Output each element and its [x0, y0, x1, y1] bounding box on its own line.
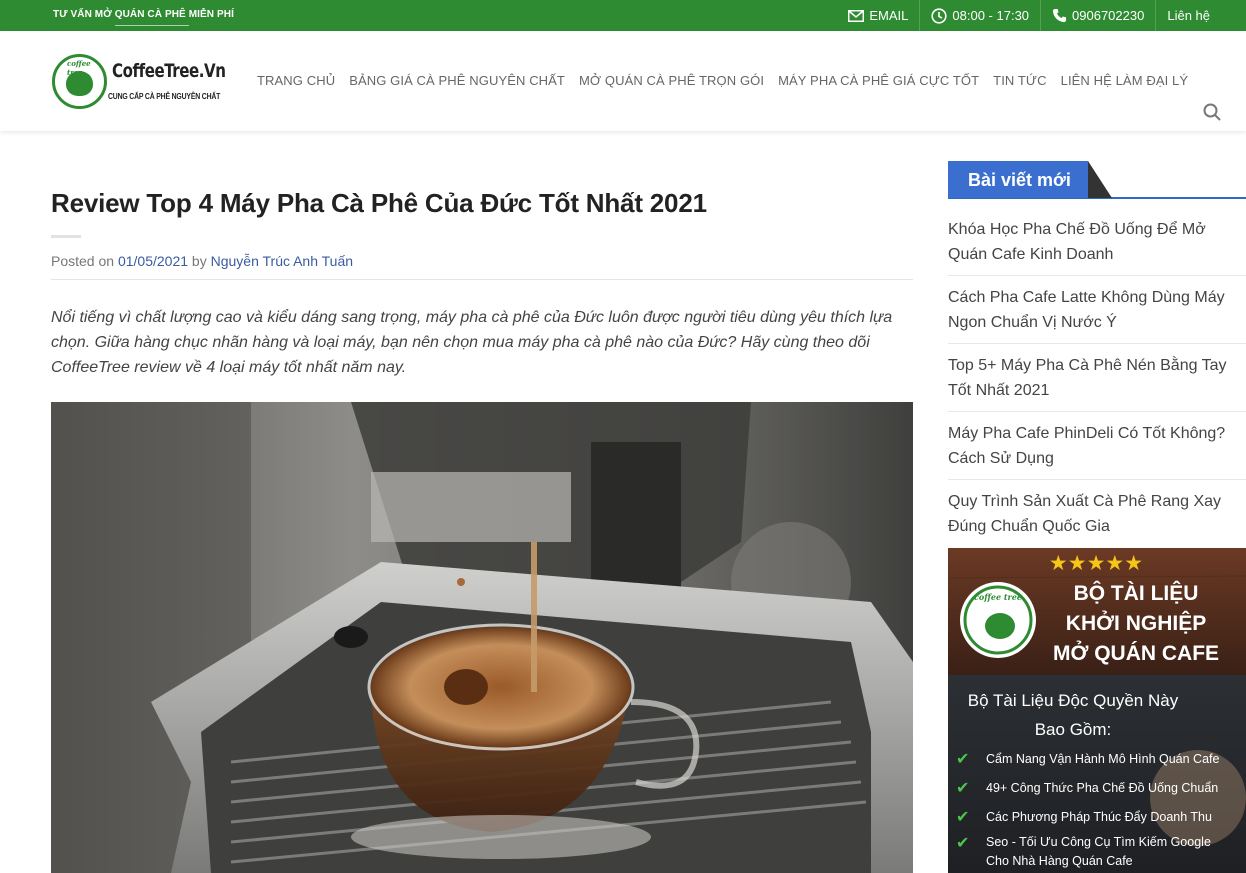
logo-name: CoffeeTree.Vn	[112, 60, 226, 82]
coffee-bean-icon	[66, 71, 93, 96]
email-link[interactable]: EMAIL	[837, 0, 919, 31]
ad-item-2: 49+ Công Thức Pha Chế Đồ Uống Chuẩn	[986, 781, 1218, 795]
ad-headline-1: BỘ TÀI LIỆU	[1074, 581, 1199, 605]
article-title: Review Top 4 Máy Pha Cà Phê Của Đức Tốt …	[51, 188, 707, 218]
nav-item-machines[interactable]: MÁY PHA CÀ PHÊ GIÁ CỰC TỐT	[778, 73, 979, 88]
nav-item-news[interactable]: TIN TỨC	[993, 73, 1046, 88]
phone-icon	[1052, 8, 1067, 23]
topbar-contacts: EMAIL 08:00 - 17:30 0906702230 Liên hệ	[837, 0, 1221, 31]
nav-item-dealer[interactable]: LIÊN HỆ LÀM ĐẠI LÝ	[1061, 73, 1189, 88]
sidebar-ad-banner[interactable]: coffee tree ★★★★★ BỘ TÀI LIỆU KHỞI NGHIỆ…	[948, 548, 1246, 873]
check-icon: ✔	[956, 833, 969, 852]
check-icon: ✔	[956, 749, 969, 768]
article-intro: Nổi tiếng vì chất lượng cao và kiểu dáng…	[51, 309, 893, 376]
article-hero-image	[51, 402, 913, 873]
ad-item-1: Cẩm Nang Vận Hành Mô Hình Quán Cafe	[986, 752, 1220, 766]
main-nav: TRANG CHỦ BẢNG GIÁ CÀ PHÊ NGUYÊN CHẤT MỞ…	[257, 73, 1188, 88]
posted-on-label: Posted on	[51, 253, 115, 269]
email-label: EMAIL	[869, 8, 909, 23]
post-date-link[interactable]: 01/05/2021	[118, 253, 188, 269]
logo-badge: coffee tree	[52, 54, 107, 109]
by-label: by	[191, 253, 207, 269]
nav-item-price-list[interactable]: BẢNG GIÁ CÀ PHÊ NGUYÊN CHẤT	[349, 73, 565, 88]
article-meta: Posted on 01/05/2021 by Nguyễn Trúc Anh …	[51, 253, 913, 269]
check-icon: ✔	[956, 807, 969, 826]
check-icon: ✔	[956, 778, 969, 797]
meta-divider	[51, 279, 913, 280]
hours-item: 08:00 - 17:30	[919, 0, 1040, 31]
hours-text: 08:00 - 17:30	[952, 8, 1030, 23]
recent-posts-list: Khóa Học Pha Chế Đồ Uống Để Mở Quán Cafe…	[948, 213, 1246, 547]
recent-post-link[interactable]: Top 5+ Máy Pha Cà Phê Nén Bằng Tay Tốt N…	[948, 349, 1246, 412]
ad-subhead-2: Bao Gồm:	[1035, 720, 1112, 739]
ad-graphic: coffee tree ★★★★★ BỘ TÀI LIỆU KHỞI NGHIỆ…	[948, 548, 1246, 873]
title-divider	[51, 235, 81, 238]
ad-item-4: Seo - Tối Ưu Công Cụ Tìm Kiếm Google	[986, 835, 1211, 849]
article: Review Top 4 Máy Pha Cà Phê Của Đức Tốt …	[51, 186, 913, 380]
search-icon[interactable]	[1203, 103, 1221, 121]
contact-label: Liên hệ	[1167, 8, 1210, 23]
recent-post-link[interactable]: Máy Pha Cafe PhinDeli Có Tốt Không? Cách…	[948, 417, 1246, 480]
nav-item-home[interactable]: TRANG CHỦ	[257, 73, 335, 88]
author-link[interactable]: Nguyễn Trúc Anh Tuấn	[211, 253, 353, 269]
phone-number: 0906702230	[1072, 8, 1145, 23]
recent-post-link[interactable]: Khóa Học Pha Chế Đồ Uống Để Mở Quán Cafe…	[948, 213, 1246, 276]
ad-headline-3: MỞ QUÁN CAFE	[1053, 641, 1219, 665]
promo-underline	[115, 25, 189, 26]
site-logo[interactable]: coffee tree CoffeeTree.Vn CUNG CẤP CÀ PH…	[52, 52, 227, 110]
ad-subhead-1: Bộ Tài Liệu Độc Quyền Này	[968, 691, 1179, 710]
site-header: coffee tree CoffeeTree.Vn CUNG CẤP CÀ PH…	[0, 31, 1246, 131]
espresso-photo	[51, 402, 913, 873]
sidebar: Bài viết mới Khóa Học Pha Chế Đồ Uống Để…	[948, 161, 1246, 552]
contact-link[interactable]: Liên hệ	[1155, 0, 1221, 31]
nav-item-open-cafe[interactable]: MỞ QUÁN CÀ PHÊ TRỌN GÓI	[579, 73, 764, 88]
widget-title: Bài viết mới	[948, 161, 1112, 198]
ad-headline-2: KHỞI NGHIỆP	[1066, 611, 1206, 635]
ad-item-3: Các Phương Pháp Thúc Đẩy Doanh Thu	[986, 810, 1212, 824]
recent-post-link[interactable]: Cách Pha Cafe Latte Không Dùng Máy Ngon …	[948, 281, 1246, 344]
top-bar: TƯ VẤN MỞ QUÁN CÀ PHÊ MIỄN PHÍ EMAIL 08:…	[0, 0, 1246, 31]
logo-tagline: CUNG CẤP CÀ PHÊ NGUYÊN CHẤT	[108, 92, 221, 101]
ad-badge-text: coffee tree	[974, 592, 1022, 602]
promo-link[interactable]: TƯ VẤN MỞ QUÁN CÀ PHÊ MIỄN PHÍ	[53, 9, 234, 20]
clock-icon	[931, 7, 948, 24]
phone-link[interactable]: 0906702230	[1040, 0, 1155, 31]
ad-stars: ★★★★★	[1049, 551, 1143, 575]
recent-posts-header: Bài viết mới	[948, 161, 1246, 199]
envelope-icon	[848, 9, 865, 22]
recent-post-link[interactable]: Quy Trình Sản Xuất Cà Phê Rang Xay Đúng …	[948, 485, 1246, 547]
ad-item-5: Cho Nhà Hàng Quán Cafe	[986, 854, 1133, 868]
